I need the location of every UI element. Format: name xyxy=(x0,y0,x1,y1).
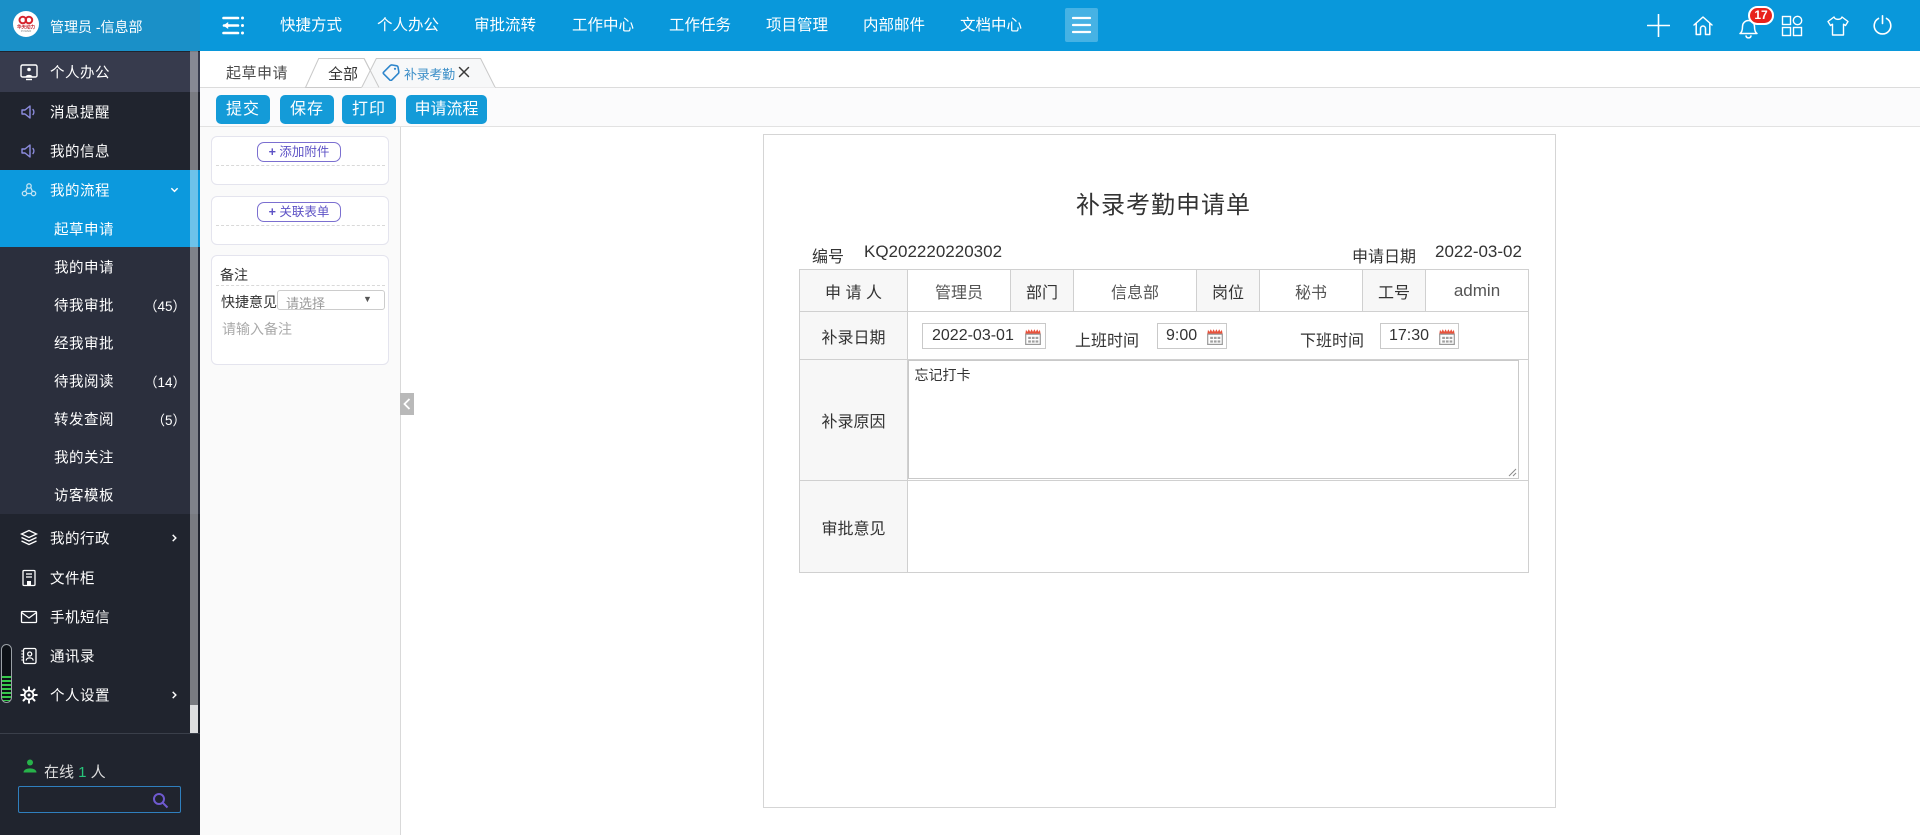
svg-text:POWER: POWER xyxy=(21,29,32,33)
